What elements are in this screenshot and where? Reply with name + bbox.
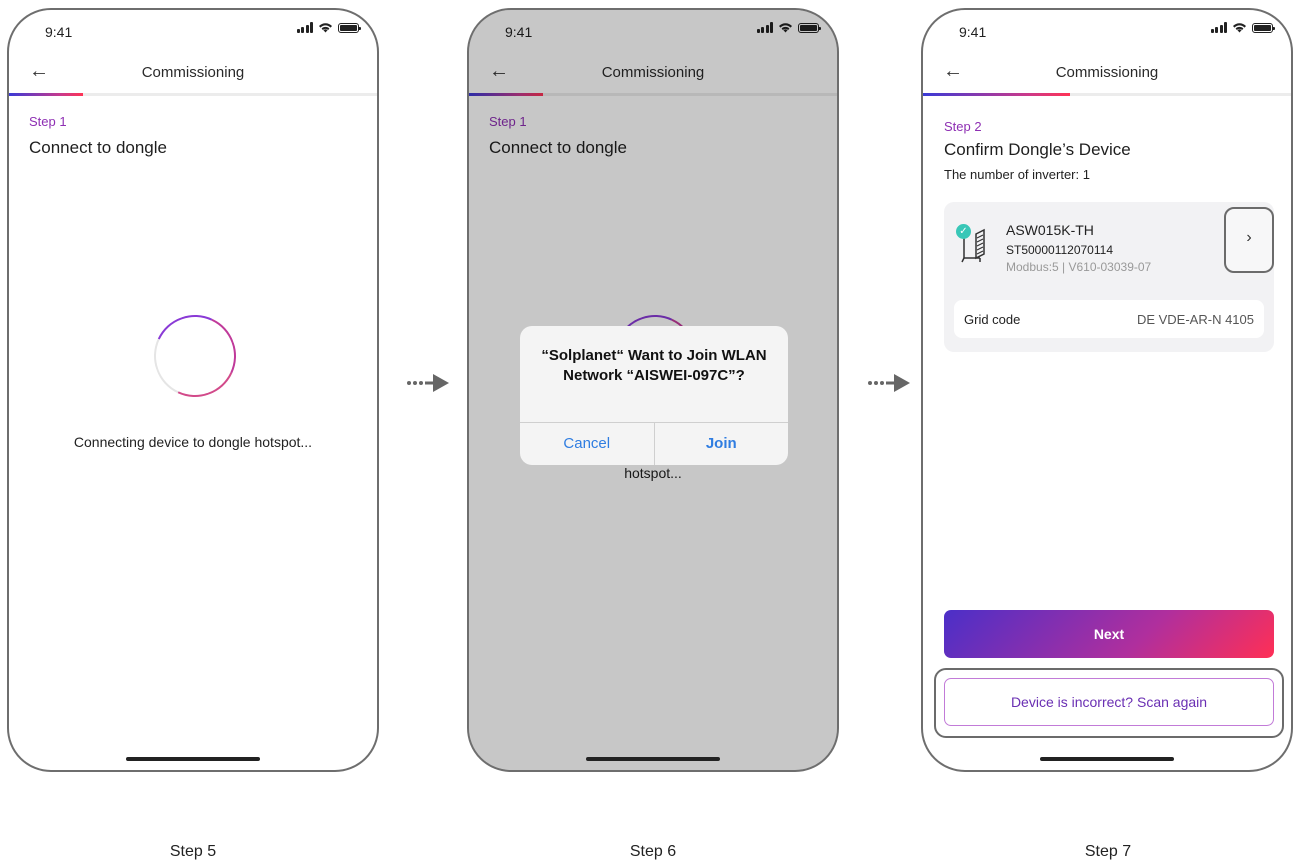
- grid-code-label: Grid code: [964, 312, 1021, 327]
- page-title: Commissioning: [141, 64, 245, 81]
- battery-icon: [1252, 22, 1275, 33]
- device-model: ASW015K-TH: [1006, 222, 1094, 238]
- cellular-signal-icon: [1210, 22, 1227, 33]
- inverter-icon: ✓: [956, 224, 996, 264]
- status-bar: 9:41: [9, 10, 377, 50]
- step-title: Connect to dongle: [29, 138, 167, 157]
- home-indicator[interactable]: [1040, 757, 1174, 761]
- home-indicator[interactable]: [586, 757, 720, 761]
- step-title: Confirm Dongle’s Device: [944, 140, 1131, 159]
- device-info: Modbus:5 | V610-03039-07: [1006, 260, 1152, 274]
- phone-screen-step-7: 9:41 ← Commissioning Step 2 Confirm Dong…: [921, 8, 1293, 772]
- step-caption: Step 5: [169, 843, 217, 860]
- status-time: 9:41: [959, 24, 987, 40]
- phone-screen-step-5: 9:41 ← Commissioning Step 1 Connect to d…: [7, 8, 379, 772]
- inverter-count-text: The number of inverter: 1: [944, 167, 1090, 182]
- nav-bar: ← Commissioning: [923, 54, 1291, 94]
- nav-bar: ← Commissioning: [9, 54, 377, 94]
- step-progress-bar: [9, 93, 377, 96]
- grid-code-value: DE VDE-AR-N 4105: [1136, 312, 1254, 327]
- device-details-button[interactable]: ›: [1224, 207, 1274, 273]
- battery-icon: [338, 22, 361, 33]
- loading-spinner-icon: [142, 303, 248, 409]
- step-caption: Step 6: [629, 843, 677, 860]
- wifi-icon: [319, 23, 332, 33]
- chevron-right-icon: ›: [1246, 229, 1252, 246]
- join-wifi-alert: “Solplanet“ Want to Join WLAN Network “A…: [520, 326, 788, 465]
- join-button[interactable]: Join: [653, 423, 789, 465]
- flow-arrow-icon: [868, 374, 910, 392]
- status-bar: 9:41: [923, 10, 1291, 50]
- alert-message: “Solplanet“ Want to Join WLAN Network “A…: [541, 347, 767, 384]
- connecting-status-text: Connecting device to dongle hotspot...: [73, 434, 313, 450]
- step-label: Step 2: [944, 119, 982, 134]
- home-indicator[interactable]: [126, 757, 260, 761]
- phone-screen-step-6: 9:41 ← Commissioning Step 1 Connect to d…: [467, 8, 839, 772]
- check-badge-icon: ✓: [956, 224, 971, 239]
- next-button[interactable]: Next: [944, 610, 1274, 658]
- cellular-signal-icon: [296, 22, 313, 33]
- step-caption: Step 7: [1084, 843, 1132, 860]
- step-label: Step 1: [29, 114, 67, 129]
- device-card: ✓ ASW015K-TH ST50000112070114 Modbus:5 |…: [944, 202, 1274, 352]
- step-progress-bar: [923, 93, 1291, 96]
- page-title: Commissioning: [1055, 64, 1159, 81]
- scan-again-button[interactable]: Device is incorrect? Scan again: [944, 678, 1274, 726]
- device-serial: ST50000112070114: [1006, 243, 1113, 257]
- cancel-button[interactable]: Cancel: [520, 423, 654, 465]
- status-time: 9:41: [45, 24, 73, 40]
- wifi-icon: [1233, 23, 1246, 33]
- grid-code-row: Grid code DE VDE-AR-N 4105: [954, 300, 1264, 338]
- flow-arrow-icon: [407, 374, 449, 392]
